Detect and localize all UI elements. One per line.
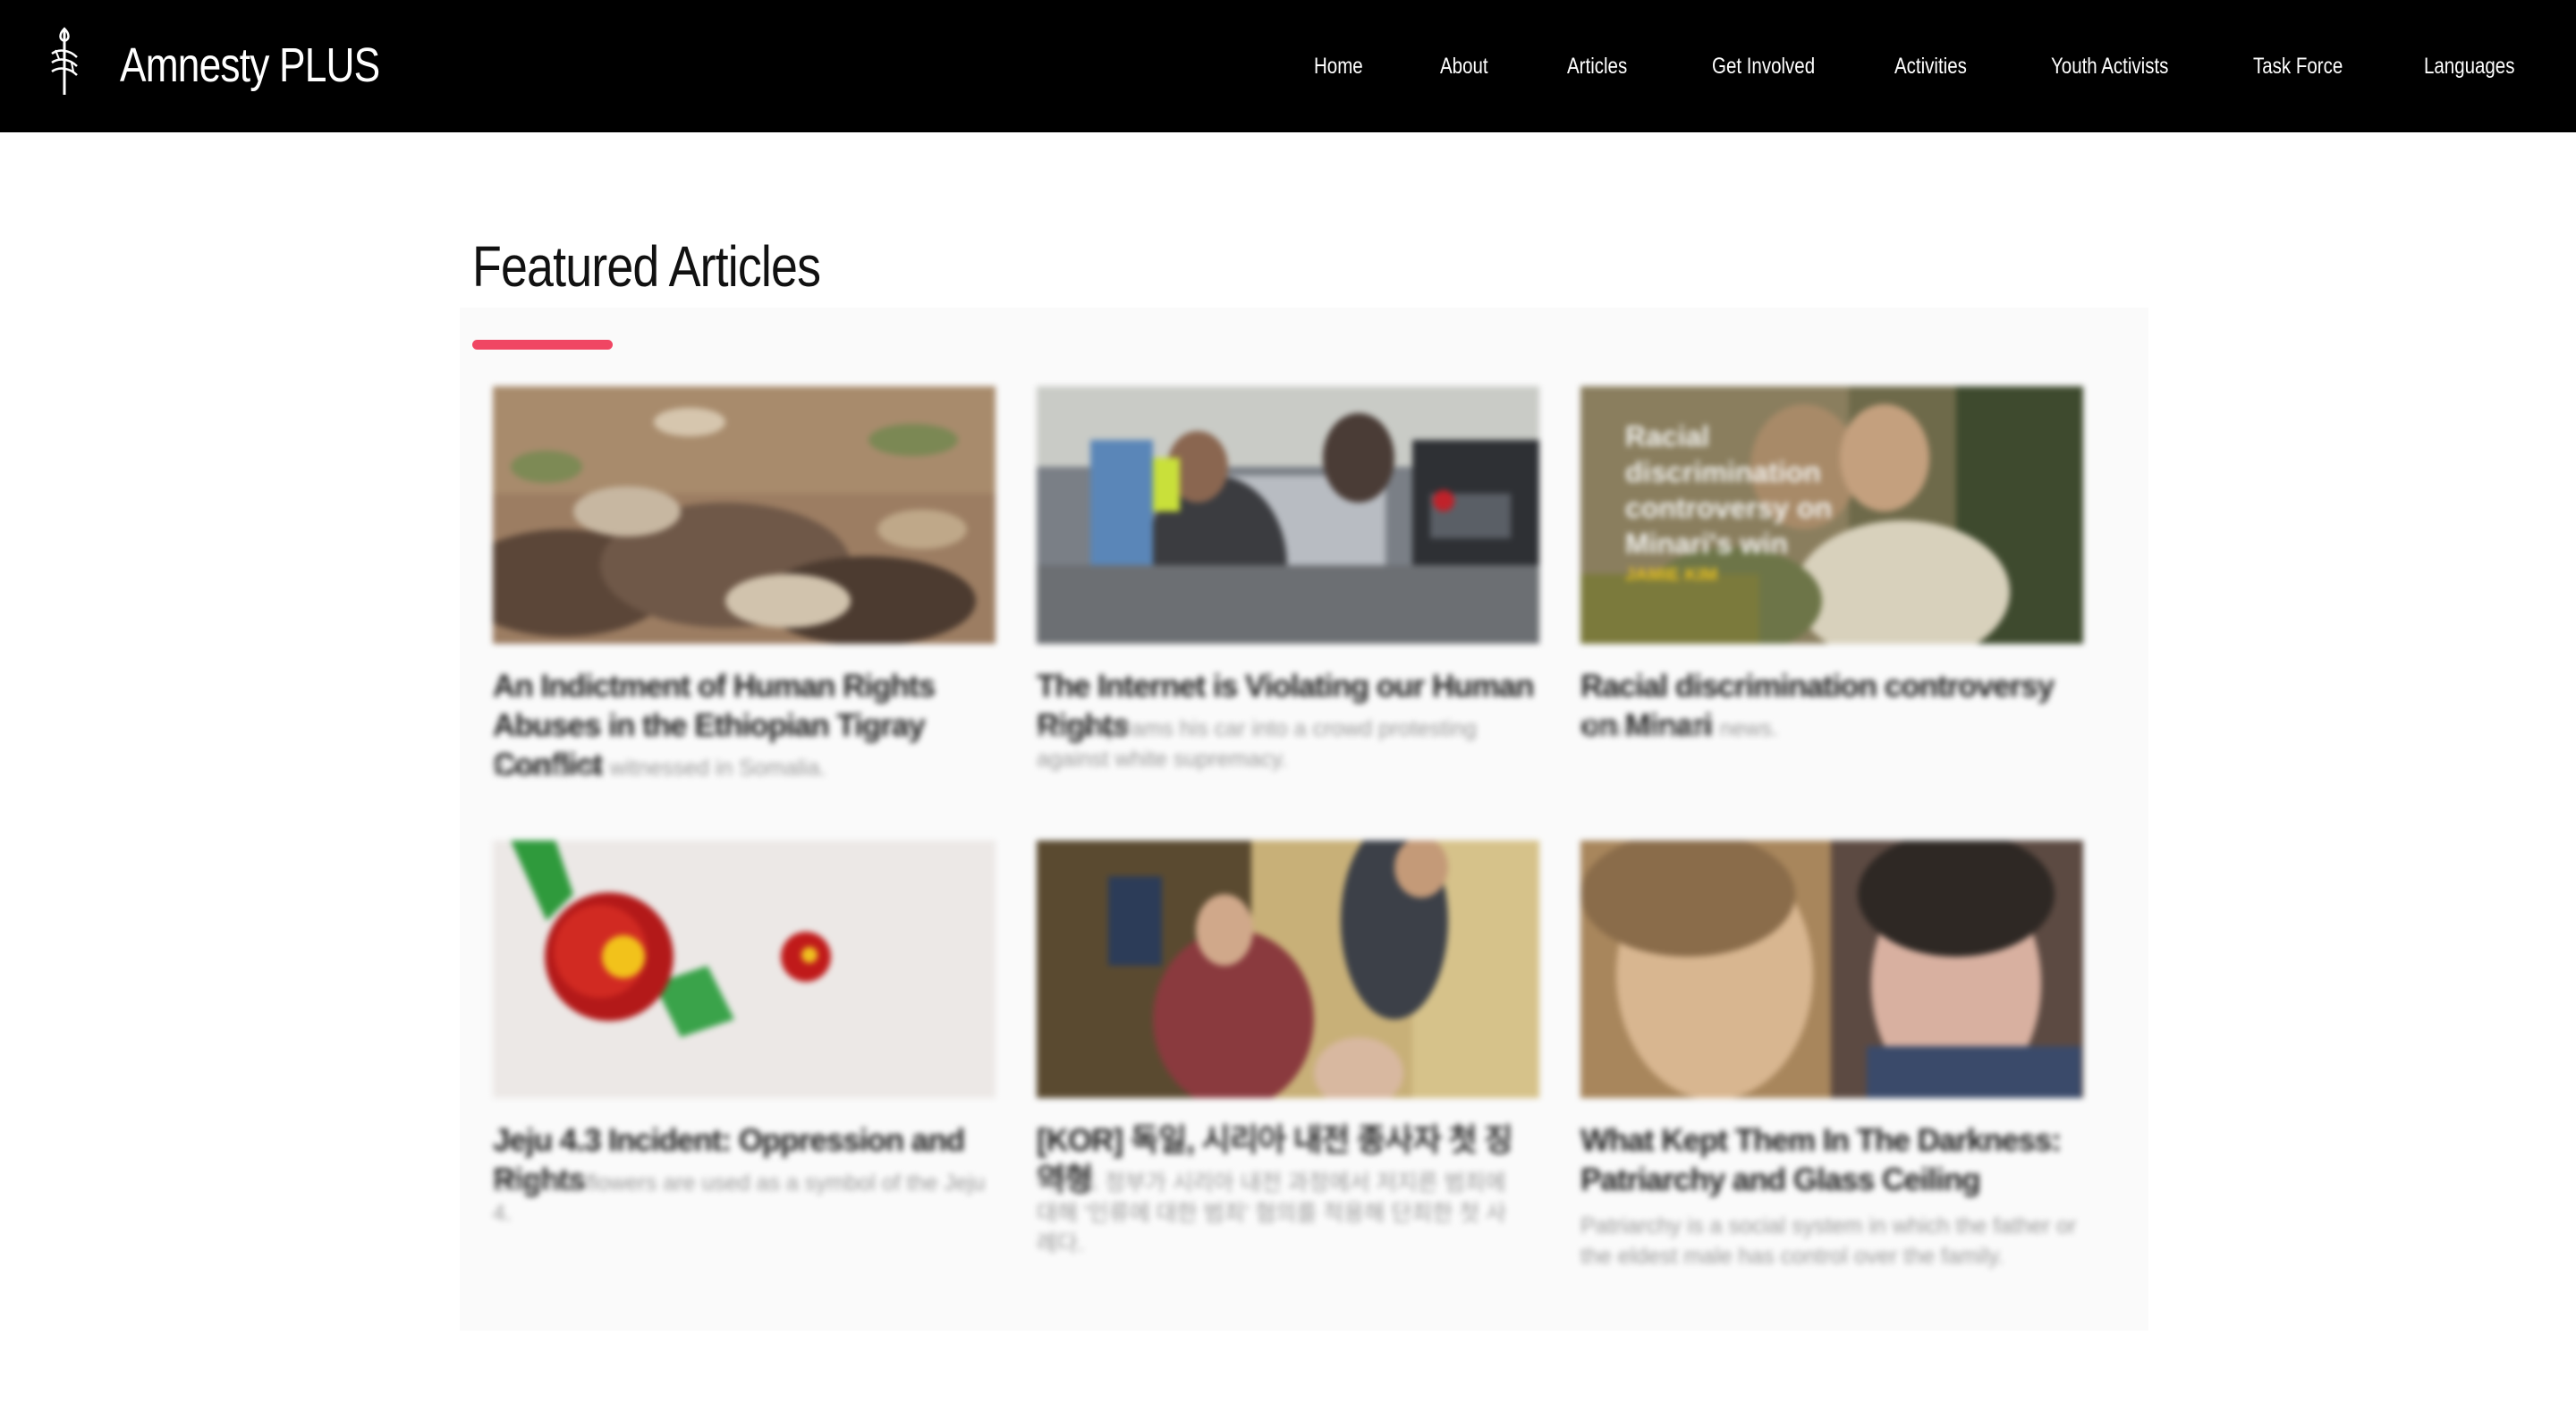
article-description: This is a card news.	[1580, 716, 1778, 741]
article-description: Patriarchy is a social system in which t…	[1580, 1213, 2077, 1269]
article-thumbnail[interactable]: Racial discrimination controversy on Min…	[1580, 386, 2083, 644]
article-thumbnail[interactable]	[1580, 841, 2083, 1098]
thumbnail-caption: Racial discrimination controversy on Min…	[1625, 420, 1833, 560]
article-grid: An Indictment of Human Rights Abuses in …	[0, 0, 2576, 1411]
article-thumbnail[interactable]	[1037, 841, 1539, 1098]
article-thumbnail[interactable]	[493, 841, 996, 1098]
article-description: violently rams his car into a crowd prot…	[1037, 716, 1477, 772]
article-thumbnail[interactable]	[1037, 386, 1539, 644]
thumbnail-author: JAMIE KIM	[1625, 565, 1718, 585]
article-title[interactable]: What Kept Them In The Darkness: Patriarc…	[1580, 1121, 2083, 1200]
article-description: 이시드 정부가 시리아 내전 과정에서 저지른 범죄에 대해 '인류에 대한 범…	[1037, 1170, 1507, 1256]
article-description: Camellia flowers are used as a symbol of…	[493, 1170, 986, 1226]
article-description: It has been witnessed in Somalia.	[493, 756, 826, 781]
article-thumbnail[interactable]	[493, 386, 996, 644]
